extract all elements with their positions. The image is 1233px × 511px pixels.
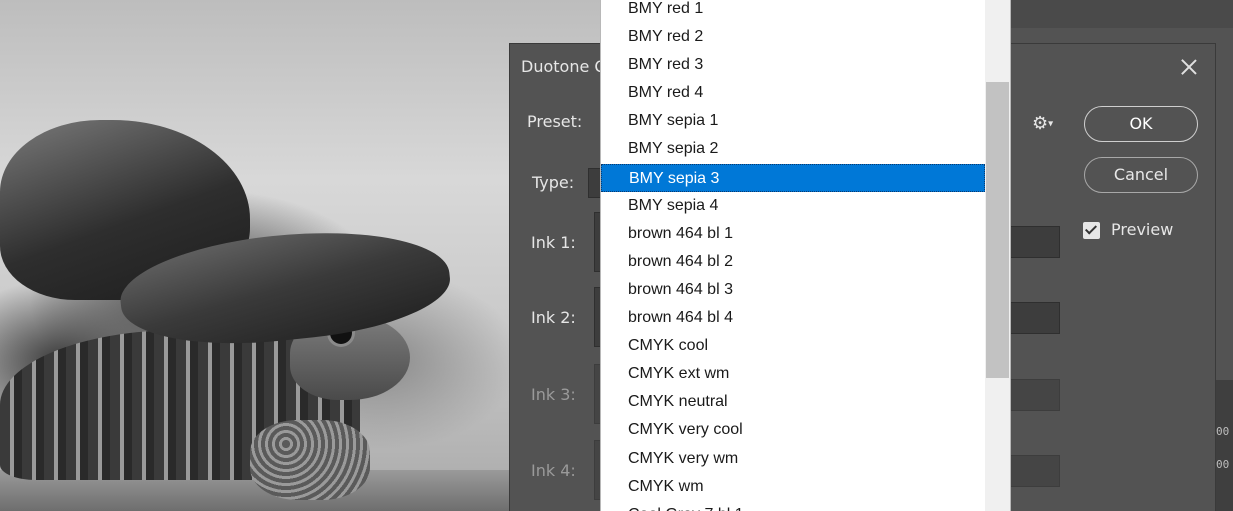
dropdown-option[interactable]: BMY red 2 [601,23,985,51]
dropdown-option[interactable]: brown 464 bl 4 [601,304,985,332]
dropdown-option[interactable]: Cool Gray 7 bl 1 [601,501,985,511]
dropdown-option[interactable]: BMY sepia 4 [601,192,985,220]
dropdown-scrollbar[interactable] [985,0,1010,511]
ink4-name-field[interactable] [1010,455,1060,487]
app-value-strip: 00 00 [1216,380,1233,511]
cancel-button[interactable]: Cancel [1084,157,1198,193]
dropdown-option[interactable]: BMY red 3 [601,51,985,79]
scrollbar-thumb[interactable] [986,82,1009,378]
preview-checkbox[interactable] [1083,222,1100,239]
dropdown-option[interactable]: BMY sepia 3 [601,163,985,192]
preset-dropdown-list[interactable]: BMY red 1 BMY red 2 BMY red 3 BMY red 4 BMY … [600,0,1011,511]
dropdown-option[interactable]: CMYK cool [601,332,985,360]
ink3-name-field[interactable] [1010,379,1060,411]
dropdown-option[interactable]: CMYK very cool [601,416,985,444]
dropdown-option[interactable]: brown 464 bl 3 [601,276,985,304]
preview-label: Preview [1111,220,1174,239]
ink4-label: Ink 4: [531,461,576,480]
dropdown-option[interactable]: CMYK ext wm [601,360,985,388]
ink2-name-field[interactable] [1010,302,1060,334]
dropdown-option[interactable]: brown 464 bl 2 [601,248,985,276]
dropdown-option[interactable]: CMYK very wm [601,445,985,473]
panel-value-2: 00 [1216,458,1230,471]
preset-label: Preset: [527,112,583,131]
panel-value-1: 00 [1216,425,1230,438]
ink3-label: Ink 3: [531,385,576,404]
dropdown-option[interactable]: BMY red 1 [601,0,985,23]
dropdown-option[interactable]: CMYK wm [601,473,985,501]
dialog-title: Duotone O [521,57,607,76]
gear-icon[interactable]: ⚙▾ [1032,113,1053,134]
turtle-leg [250,420,370,500]
dropdown-option[interactable]: BMY sepia 2 [601,135,985,163]
ink2-label: Ink 2: [531,308,576,327]
dropdown-option[interactable]: brown 464 bl 1 [601,220,985,248]
type-label: Type: [532,173,575,192]
dropdown-option[interactable]: CMYK neutral [601,388,985,416]
close-icon[interactable] [1177,55,1201,79]
dropdown-option[interactable]: BMY red 4 [601,79,985,107]
ok-button[interactable]: OK [1084,106,1198,142]
preset-options: BMY red 1 BMY red 2 BMY red 3 BMY red 4 BMY … [601,0,985,511]
app-top-strip [1010,0,1233,28]
chevron-down-icon: ▾ [1048,118,1054,130]
ink1-label: Ink 1: [531,233,576,252]
ink1-name-field[interactable] [1010,226,1060,258]
dropdown-option[interactable]: BMY sepia 1 [601,107,985,135]
